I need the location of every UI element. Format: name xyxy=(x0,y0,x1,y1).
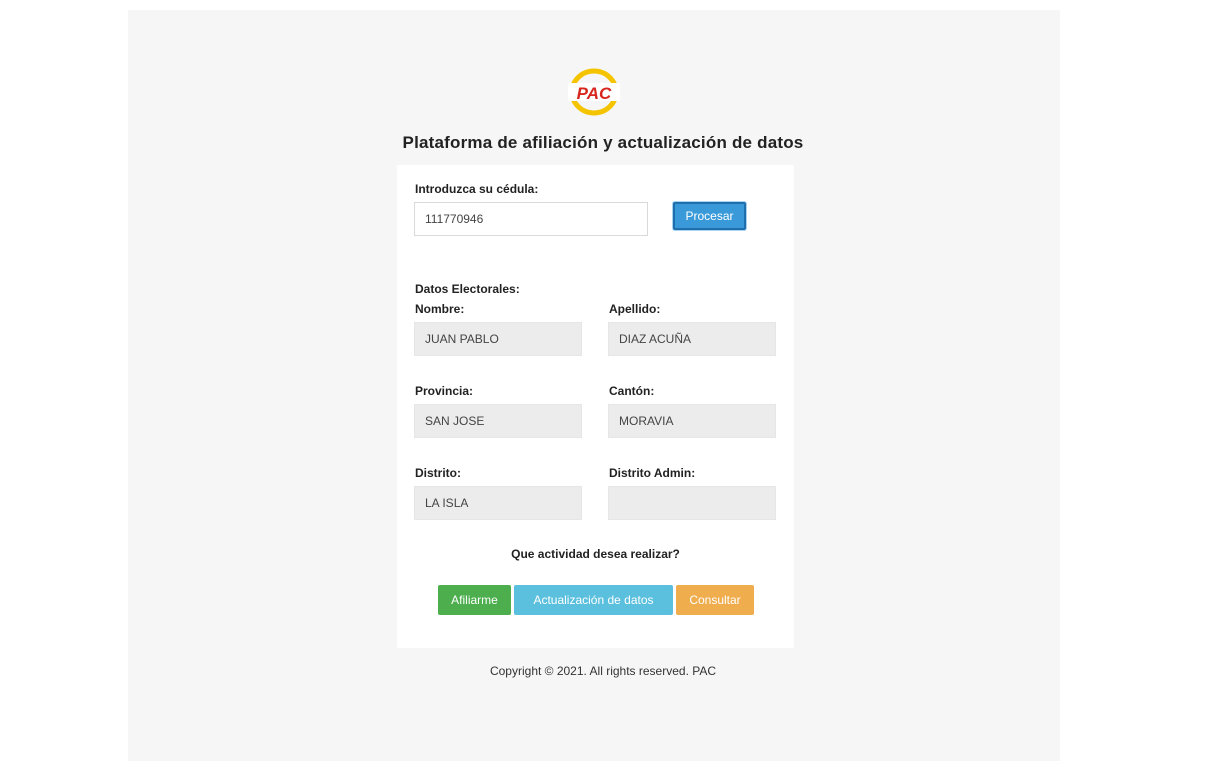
nombre-field: JUAN PABLO xyxy=(414,322,582,356)
activity-question: Que actividad desea realizar? xyxy=(511,547,680,561)
process-button[interactable]: Procesar xyxy=(673,202,746,230)
consult-button[interactable]: Consultar xyxy=(676,585,754,615)
distrito-field: LA ISLA xyxy=(414,486,582,520)
footer-copyright: Copyright © 2021. All rights reserved. P… xyxy=(489,664,717,678)
cedula-label: Introduzca su cédula: xyxy=(415,182,539,196)
apellido-field: DIAZ ACUÑA xyxy=(608,322,776,356)
page-title: Plataforma de afiliación y actualización… xyxy=(402,133,804,152)
form-card: Introduzca su cédula: Procesar Datos Ele… xyxy=(397,165,794,648)
logo-text: PAC xyxy=(577,84,612,103)
electoral-section-label: Datos Electorales: xyxy=(415,282,520,296)
pac-logo: PAC xyxy=(568,68,620,116)
distrito-admin-label: Distrito Admin: xyxy=(609,466,696,480)
provincia-field: SAN JOSE xyxy=(414,404,582,438)
distrito-label: Distrito: xyxy=(415,466,461,480)
distrito-admin-field xyxy=(608,486,776,520)
affiliate-button[interactable]: Afiliarme xyxy=(438,585,511,615)
canton-field: MORAVIA xyxy=(608,404,776,438)
cedula-input[interactable] xyxy=(414,202,648,236)
update-data-button[interactable]: Actualización de datos xyxy=(514,585,673,615)
canton-label: Cantón: xyxy=(609,384,655,398)
nombre-label: Nombre: xyxy=(415,302,465,316)
apellido-label: Apellido: xyxy=(609,302,661,316)
provincia-label: Provincia: xyxy=(415,384,474,398)
